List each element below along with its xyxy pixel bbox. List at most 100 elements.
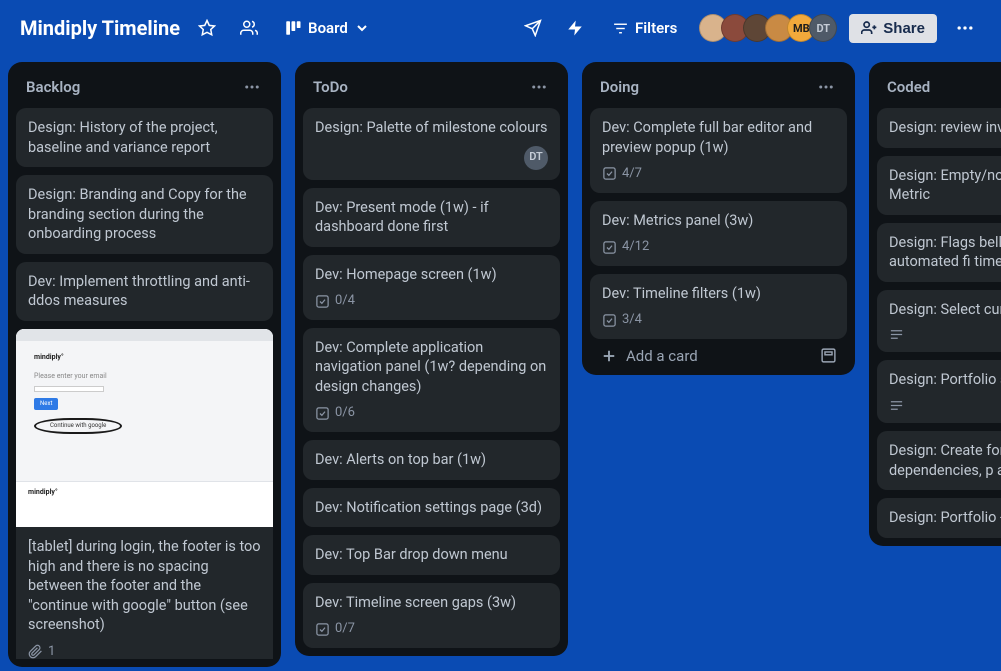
list: ToDo Design: Palette of milestone colours… (295, 62, 568, 656)
card[interactable]: Dev: Implement throttling and anti-ddos … (16, 262, 273, 321)
card[interactable]: Design: Portfolio - (877, 498, 1001, 538)
checklist-badge: 4/7 (602, 165, 642, 183)
share-button[interactable]: Share (849, 14, 937, 43)
attachment-icon (28, 644, 43, 659)
card-title: Design: History of the project, baseline… (28, 118, 261, 157)
filters-label: Filters (635, 19, 677, 37)
dots-icon (243, 78, 261, 96)
card[interactable]: Dev: Homepage screen (1w)0/4 (303, 255, 560, 320)
list-header: Backlog (16, 72, 273, 108)
list-header: Doing (590, 72, 847, 108)
checklist-icon (315, 294, 330, 309)
checklist-icon (315, 406, 330, 421)
member-avatars[interactable]: MBDT (699, 14, 837, 42)
list-title[interactable]: Coded (887, 78, 930, 96)
rocket-button[interactable] (518, 13, 548, 43)
card-title: Design: Select curr (889, 300, 1001, 320)
list-menu-button[interactable] (528, 76, 550, 98)
card-badges: 1 (28, 643, 261, 659)
visibility-button[interactable] (234, 13, 264, 43)
list-title[interactable]: ToDo (313, 78, 348, 96)
card-badges: 4/12 (602, 238, 835, 256)
add-card-label: Add a card (626, 347, 812, 365)
list-title[interactable]: Doing (600, 78, 639, 96)
template-icon (820, 347, 837, 364)
card-title: Dev: Timeline screen gaps (3w) (315, 593, 548, 613)
board-title[interactable]: Mindiply Timeline (20, 16, 180, 40)
list-cards: Design: review invi Design: Empty/no d pa… (877, 108, 1001, 538)
list-header: Coded (877, 72, 1001, 108)
view-switcher[interactable]: Board (276, 15, 378, 41)
dots-icon (530, 78, 548, 96)
card-title: Design: Portfolio - (889, 508, 1001, 528)
card[interactable]: Dev: Timeline screen gaps (3w) 0/7 (303, 583, 560, 648)
card[interactable]: Dev: Metrics panel (3w) 4/12 (590, 201, 847, 266)
card-title: Dev: Implement throttling and anti-ddos … (28, 272, 261, 311)
card[interactable]: Design: Palette of milestone colours DT (303, 108, 560, 180)
card[interactable]: Dev: Notification settings page (3d) (303, 488, 560, 528)
add-card-button[interactable]: Add a card (590, 339, 847, 367)
card[interactable]: Dev: Timeline filters (1w)3/4 (590, 274, 847, 339)
checklist-count: 4/7 (622, 165, 642, 183)
card-title: Dev: Complete application navigation pan… (315, 338, 548, 397)
card[interactable]: Design: Flags bell n apply automated fi … (877, 223, 1001, 282)
list-menu-button[interactable] (815, 76, 837, 98)
card-badges: DT (315, 146, 548, 170)
card[interactable]: Design: Branding and Copy for the brandi… (16, 175, 273, 254)
card[interactable]: Dev: Present mode (1w) - if dashboard do… (303, 188, 560, 247)
star-icon (198, 19, 216, 37)
list: Doing Dev: Complete full bar editor and p… (582, 62, 855, 375)
list-cards: Design: History of the project, baseline… (16, 108, 273, 659)
card-badges: 0/4 (315, 292, 548, 310)
card-title: Design: Palette of milestone colours (315, 118, 548, 138)
card[interactable]: Dev: Top Bar drop down menu (303, 535, 560, 575)
card[interactable]: Dev: Complete application navigation pan… (303, 328, 560, 432)
star-button[interactable] (192, 13, 222, 43)
filter-icon (612, 20, 629, 37)
card-title: Dev: Metrics panel (3w) (602, 211, 835, 231)
list: Coded Design: review invi Design: Empty/no… (869, 62, 1001, 546)
attachment-count: 1 (48, 643, 55, 659)
card[interactable]: Dev: Complete full bar editor and previe… (590, 108, 847, 193)
checklist-badge: 3/4 (602, 311, 642, 329)
card[interactable]: Design: Create forn of dependencies, p a… (877, 431, 1001, 490)
list: Backlog Design: History of the project, b… (8, 62, 281, 667)
card[interactable]: Design: review invi (877, 108, 1001, 148)
description-badge (889, 327, 904, 342)
checklist-icon (315, 622, 330, 637)
automation-button[interactable] (560, 13, 590, 43)
card[interactable]: Design: Select curr (877, 290, 1001, 353)
description-icon (889, 398, 904, 413)
template-button[interactable] (820, 347, 837, 364)
card-title: Dev: Present mode (1w) - if dashboard do… (315, 198, 548, 237)
filters-button[interactable]: Filters (602, 13, 687, 43)
dots-icon (955, 18, 975, 38)
card-member[interactable]: DT (524, 146, 548, 170)
card-title: Design: review invi (889, 118, 1001, 138)
card-title: Design: Empty/no d panels in the Metric (889, 166, 1001, 205)
card[interactable]: mindiply°Please enter your emailNextCont… (16, 329, 273, 659)
send-icon (524, 19, 542, 37)
board-menu-button[interactable] (949, 12, 981, 44)
card[interactable]: Design: Portfolio se (877, 360, 1001, 423)
card-cover-image: mindiply°Please enter your emailNextCont… (16, 329, 273, 527)
plus-icon (600, 347, 618, 365)
bolt-icon (566, 19, 584, 37)
checklist-icon (602, 240, 617, 255)
dots-icon (817, 78, 835, 96)
card-badges: 0/6 (315, 404, 548, 422)
description-icon (889, 327, 904, 342)
avatar[interactable]: DT (809, 14, 837, 42)
card-title: Dev: Complete full bar editor and previe… (602, 118, 835, 157)
card-badges (889, 327, 1001, 342)
list-menu-button[interactable] (241, 76, 263, 98)
list-header: ToDo (303, 72, 560, 108)
card[interactable]: Design: History of the project, baseline… (16, 108, 273, 167)
card[interactable]: Dev: Alerts on top bar (1w) (303, 440, 560, 480)
plus-icon (600, 347, 618, 365)
card-title: Design: Portfolio se (889, 370, 1001, 390)
card-badges: 3/4 (602, 311, 835, 329)
card[interactable]: Design: Empty/no d panels in the Metric (877, 156, 1001, 215)
list-title[interactable]: Backlog (26, 78, 80, 96)
checklist-badge: 0/7 (315, 620, 355, 638)
